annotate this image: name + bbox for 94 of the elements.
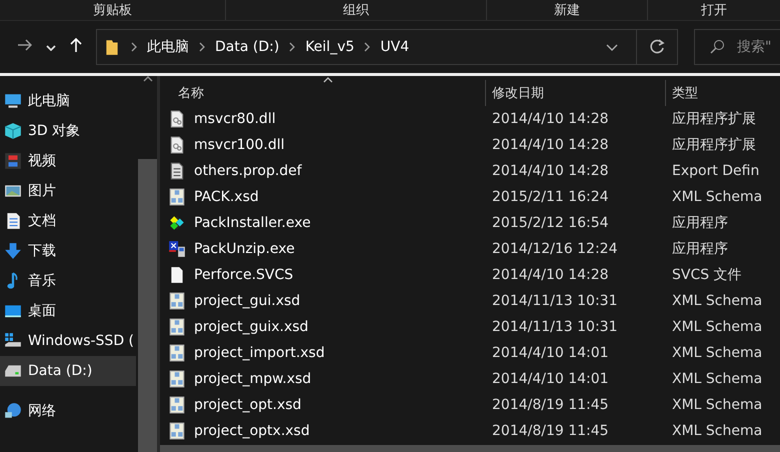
file-type: 应用程序扩展 bbox=[671, 110, 757, 128]
file-type: 应用程序 bbox=[671, 214, 729, 232]
xsd-file-icon bbox=[168, 344, 186, 362]
refresh-icon bbox=[649, 39, 665, 55]
file-name[interactable]: project_gui.xsd bbox=[194, 293, 300, 309]
modified-date: 2014/11/13 10:31 bbox=[491, 319, 618, 335]
modified-date: 2014/4/10 14:28 bbox=[491, 163, 610, 179]
modified-date: 2014/4/10 14:01 bbox=[491, 345, 610, 361]
sidebar-item[interactable]: 下载 bbox=[0, 236, 136, 266]
pc-icon bbox=[4, 92, 22, 110]
sort-caret-icon bbox=[322, 77, 332, 83]
file-type: XML Schema bbox=[671, 345, 764, 361]
network-icon bbox=[4, 402, 22, 420]
xsd-file-icon bbox=[168, 318, 186, 336]
ribbon-group-label: 剪贴板 bbox=[0, 0, 226, 20]
sidebar-item[interactable]: 此电脑 bbox=[0, 86, 136, 116]
xsd-file-icon bbox=[168, 188, 186, 206]
file-type: SVCS 文件 bbox=[671, 266, 743, 284]
xsd-file-icon bbox=[168, 370, 186, 388]
modified-date: 2014/4/10 14:28 bbox=[491, 267, 610, 283]
horizontal-scrollbar[interactable] bbox=[160, 445, 780, 452]
sidebar-item[interactable]: 3D 对象 bbox=[0, 116, 136, 146]
modified-date: 2015/2/12 16:54 bbox=[491, 215, 610, 231]
chevron-icon[interactable] bbox=[364, 42, 370, 52]
sidebar-item[interactable]: Windows-SSD ( bbox=[0, 326, 136, 356]
breadcrumb[interactable]: UV4 bbox=[380, 39, 410, 55]
sidebar-item[interactable]: 视频 bbox=[0, 146, 136, 176]
xsd-file-icon bbox=[168, 292, 186, 310]
ribbon-group-label: 组织 bbox=[226, 0, 487, 20]
sidebar-item[interactable]: 桌面 bbox=[0, 296, 136, 326]
sidebar-item[interactable]: 音乐 bbox=[0, 266, 136, 296]
file-name[interactable]: msvcr80.dll bbox=[194, 111, 276, 127]
sidebar-item[interactable]: 图片 bbox=[0, 176, 136, 206]
forward-arrow-icon bbox=[18, 39, 32, 51]
modified-date: 2014/12/16 12:24 bbox=[491, 241, 618, 257]
installer-file-icon bbox=[168, 214, 186, 232]
file-name[interactable]: project_import.xsd bbox=[194, 345, 325, 361]
ribbon-group-label: 打开 bbox=[700, 2, 728, 20]
file-name[interactable]: project_guix.xsd bbox=[194, 319, 308, 335]
column-header[interactable]: 名称 bbox=[160, 80, 486, 106]
ribbon-group-label: 新建 bbox=[487, 0, 648, 20]
cube-icon bbox=[4, 122, 22, 140]
breadcrumb[interactable]: 此电脑 bbox=[147, 38, 189, 56]
modified-date: 2014/8/19 11:45 bbox=[491, 423, 610, 439]
file-type: 应用程序扩展 bbox=[671, 136, 757, 154]
sidebar-item[interactable]: 文档 bbox=[0, 206, 136, 236]
up-arrow-icon bbox=[70, 38, 82, 52]
unzip-file-icon bbox=[168, 240, 186, 258]
dropdown-icon[interactable] bbox=[606, 44, 618, 50]
dll-file-icon bbox=[168, 136, 186, 154]
file-type: XML Schema bbox=[671, 189, 764, 205]
sidebar-item[interactable]: 网络 bbox=[0, 396, 136, 426]
caret-icon bbox=[46, 45, 56, 51]
video-icon bbox=[4, 152, 22, 170]
modified-date: 2014/4/10 14:01 bbox=[491, 371, 610, 387]
modified-date: 2014/4/10 14:28 bbox=[491, 111, 610, 127]
scroll-up-icon[interactable] bbox=[143, 76, 153, 82]
column-header[interactable]: 修改日期 bbox=[486, 80, 666, 106]
sidebar-item[interactable]: Data (D:) bbox=[0, 356, 136, 386]
file-type: 应用程序 bbox=[671, 240, 729, 258]
modified-date: 2015/2/11 16:24 bbox=[491, 189, 610, 205]
breadcrumb[interactable]: Keil_v5 bbox=[305, 39, 354, 55]
file-name[interactable]: msvcr100.dll bbox=[194, 137, 285, 153]
xsd-file-icon bbox=[168, 396, 186, 414]
file-name[interactable]: project_optx.xsd bbox=[194, 423, 310, 439]
file-name[interactable]: project_mpw.xsd bbox=[194, 371, 312, 387]
file-name[interactable]: others.prop.def bbox=[194, 163, 302, 179]
file-type: Export Defin bbox=[671, 163, 760, 179]
scrollbar-thumb[interactable] bbox=[138, 159, 157, 452]
file-type: XML Schema bbox=[671, 371, 764, 387]
xsd-file-icon bbox=[168, 422, 186, 440]
breadcrumb[interactable]: Data (D:) bbox=[215, 39, 280, 55]
file-type: XML Schema bbox=[671, 319, 764, 335]
address-bar[interactable]: 此电脑 Data (D:) Keil_v5 UV4 bbox=[96, 29, 678, 65]
download-icon bbox=[4, 242, 22, 260]
file-name[interactable]: Perforce.SVCS bbox=[194, 267, 294, 283]
search-field[interactable]: 搜索" bbox=[694, 29, 780, 65]
file-name[interactable]: project_opt.xsd bbox=[194, 397, 302, 413]
dll-file-icon bbox=[168, 110, 186, 128]
file-type: XML Schema bbox=[671, 397, 764, 413]
file-name[interactable]: PackUnzip.exe bbox=[194, 241, 295, 257]
search-icon bbox=[709, 39, 725, 55]
column-header[interactable]: 类型 bbox=[666, 80, 780, 106]
chevron-icon[interactable] bbox=[199, 42, 205, 52]
modified-date: 2014/11/13 10:31 bbox=[491, 293, 618, 309]
modified-date: 2014/8/19 11:45 bbox=[491, 397, 610, 413]
file-type: XML Schema bbox=[671, 293, 764, 309]
text-file-icon bbox=[168, 162, 186, 180]
file-type: XML Schema bbox=[671, 423, 764, 439]
file-name[interactable]: PACK.xsd bbox=[194, 189, 259, 205]
file-name[interactable]: PackInstaller.exe bbox=[194, 215, 311, 231]
chevron-icon[interactable] bbox=[289, 42, 296, 52]
chevron-icon[interactable] bbox=[131, 42, 137, 52]
modified-date: 2014/4/10 14:28 bbox=[491, 137, 610, 153]
